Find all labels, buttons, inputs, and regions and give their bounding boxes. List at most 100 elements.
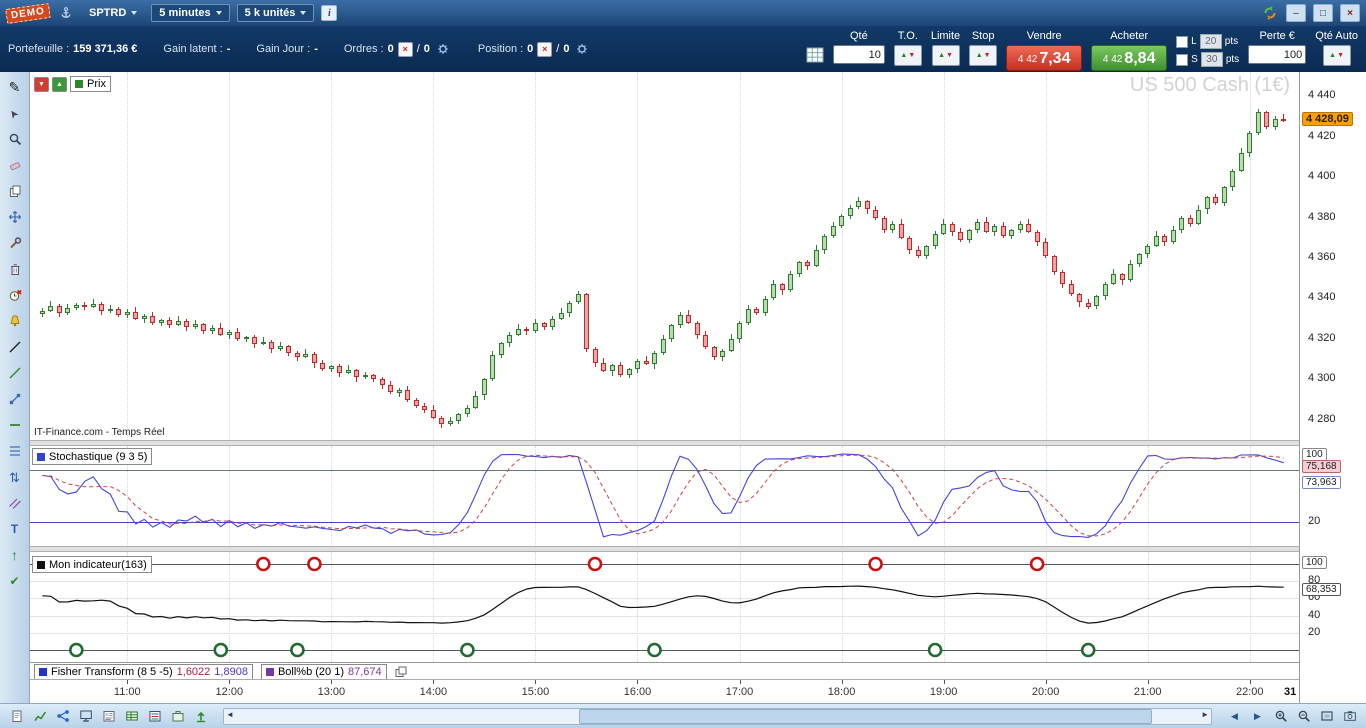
- prev-button[interactable]: ◀: [1224, 707, 1245, 726]
- cursor-button[interactable]: ➤: [2, 101, 28, 125]
- candle: [498, 342, 504, 355]
- units-dropdown[interactable]: 5 k unités: [236, 4, 315, 22]
- red-signal-icon: [1029, 556, 1045, 572]
- move-button[interactable]: [2, 205, 28, 229]
- refresh-icon[interactable]: [1261, 4, 1279, 22]
- limit-stop-settings: L 20 pts S 30 pts: [1176, 30, 1239, 67]
- text-button[interactable]: T: [2, 517, 28, 541]
- stochastic-panel[interactable]: Stochastique (9 3 5): [30, 446, 1300, 546]
- scrollbar-thumb[interactable]: [579, 708, 1152, 724]
- up-arrow-icon: ▲: [1329, 52, 1337, 59]
- tools-button[interactable]: [2, 231, 28, 255]
- eraser-icon: [9, 162, 20, 171]
- green-signal-icon: [213, 642, 229, 658]
- orders-settings-icon[interactable]: [434, 40, 452, 58]
- qty-auto-button[interactable]: ▲ ▼: [1322, 45, 1351, 66]
- page-button[interactable]: [6, 707, 27, 726]
- price-axis[interactable]: 4 440 4 420 4 400 4 380 4 360 4 340 4 320 4 300…: [1299, 72, 1366, 703]
- time-axis-label: 13:00: [317, 686, 346, 698]
- price-legend[interactable]: Prix: [70, 76, 111, 92]
- detach-icon[interactable]: [395, 666, 407, 678]
- copy-button[interactable]: [2, 179, 28, 203]
- eraser-button[interactable]: [2, 153, 28, 177]
- share-button[interactable]: [52, 707, 73, 726]
- arrow-up-button[interactable]: ↑: [2, 543, 28, 567]
- stop-pts-value[interactable]: 30: [1200, 52, 1223, 67]
- quantity-col: Qté: [832, 30, 885, 64]
- zoom-icon: [9, 133, 21, 146]
- maximize-button[interactable]: □: [1313, 4, 1333, 22]
- minimize-button[interactable]: –: [1286, 4, 1306, 22]
- segment-button[interactable]: [2, 387, 28, 411]
- zoom-button[interactable]: [2, 127, 28, 151]
- quantity-label: Qté: [849, 30, 868, 42]
- stop-checkbox[interactable]: [1176, 53, 1189, 66]
- close-button[interactable]: ×: [1340, 4, 1360, 22]
- bell-button[interactable]: [2, 309, 28, 333]
- chart-button[interactable]: [29, 707, 50, 726]
- limit-checkbox[interactable]: [1176, 35, 1189, 48]
- stop-order-button[interactable]: ▲ ▼: [969, 45, 998, 66]
- scroll-left-icon[interactable]: ◄: [226, 710, 234, 719]
- buy-price: 8,84: [1124, 50, 1156, 67]
- export-button[interactable]: [190, 707, 211, 726]
- to-order-button[interactable]: ▲ ▼: [893, 45, 922, 66]
- chevron-down-icon: [300, 11, 307, 15]
- time-axis[interactable]: 11:00 12:00 13:00 14:00 15:00 16:00 17:00 18:00…: [30, 679, 1300, 704]
- quick-sell-icon[interactable]: ▼: [34, 76, 49, 92]
- horizontal-scrollbar[interactable]: ◄ ►: [223, 707, 1212, 725]
- scroll-right-icon[interactable]: ►: [1201, 710, 1209, 719]
- stochastic-legend[interactable]: Stochastique (9 3 5): [32, 448, 153, 465]
- loss-input[interactable]: [1248, 45, 1307, 64]
- channel-button[interactable]: [2, 491, 28, 515]
- portfolio-value: 159 371,36 €: [73, 43, 138, 55]
- news-button[interactable]: [98, 707, 119, 726]
- trendline-button[interactable]: [2, 335, 28, 359]
- cancel-orders-icon[interactable]: ×: [397, 41, 413, 57]
- price-axis-label: 4 300: [1308, 372, 1336, 385]
- check-button[interactable]: ✔: [2, 569, 28, 593]
- fibonacci-button[interactable]: [2, 439, 28, 463]
- indic-value-badge: 68,353: [1302, 583, 1341, 597]
- updown-button[interactable]: ⇅: [2, 465, 28, 489]
- anchor-icon[interactable]: [57, 4, 75, 22]
- price-axis-label: 4 440: [1308, 89, 1336, 102]
- buy-button[interactable]: 4 42 8,84: [1091, 45, 1168, 71]
- position-settings-icon[interactable]: [573, 40, 591, 58]
- info-button[interactable]: i: [321, 5, 338, 21]
- monitor-button[interactable]: [75, 707, 96, 726]
- limit-order-button[interactable]: ▲ ▼: [931, 45, 960, 66]
- candle: [1077, 294, 1083, 303]
- quantity-input[interactable]: [832, 45, 885, 64]
- price-chart[interactable]: ▼ ▲ Prix US 500 Cash (1€) IT-Finance.com…: [30, 72, 1300, 440]
- zoom-out-icon: [1298, 710, 1310, 722]
- custom-indicator-legend[interactable]: Mon indicateur(163): [32, 556, 152, 573]
- quick-buy-icon[interactable]: ▲: [52, 76, 67, 92]
- table-button[interactable]: [121, 707, 142, 726]
- instrument-dropdown[interactable]: SPTRD: [82, 5, 144, 21]
- bollb-legend[interactable]: Boll%b (20 1) 87,674: [260, 663, 387, 680]
- limit-pts-value[interactable]: 20: [1199, 34, 1222, 49]
- fullscreen-button[interactable]: [1316, 707, 1337, 726]
- alarm-button[interactable]: [2, 283, 28, 307]
- pencil-button[interactable]: ✎: [2, 75, 28, 99]
- stoch-d-badge: 73,963: [1302, 475, 1341, 489]
- trendline-green-button[interactable]: [2, 361, 28, 385]
- timeframe-dropdown[interactable]: 5 minutes: [151, 4, 230, 22]
- chart-quick-tools: ▼ ▲ Prix: [34, 76, 111, 92]
- portfolio-button[interactable]: [167, 707, 188, 726]
- snapshot-button[interactable]: [1339, 707, 1360, 726]
- zoom-out-button[interactable]: [1293, 707, 1314, 726]
- next-button[interactable]: ▶: [1247, 707, 1268, 726]
- close-position-icon[interactable]: ×: [537, 41, 553, 57]
- custom-indicator-panel[interactable]: Mon indicateur(163): [30, 552, 1300, 662]
- trash-button[interactable]: [2, 257, 28, 281]
- candle: [1238, 152, 1244, 172]
- candle: [99, 303, 105, 311]
- sell-button[interactable]: 4 42 7,34: [1006, 45, 1083, 71]
- zoom-in-button[interactable]: [1270, 707, 1291, 726]
- order-ticket-icon[interactable]: [806, 46, 824, 64]
- horizontal-line-button[interactable]: [2, 413, 28, 437]
- fisher-legend[interactable]: Fisher Transform (8 5 -5) 1,6022 1,8908: [34, 663, 253, 680]
- watchlist-button[interactable]: [144, 707, 165, 726]
